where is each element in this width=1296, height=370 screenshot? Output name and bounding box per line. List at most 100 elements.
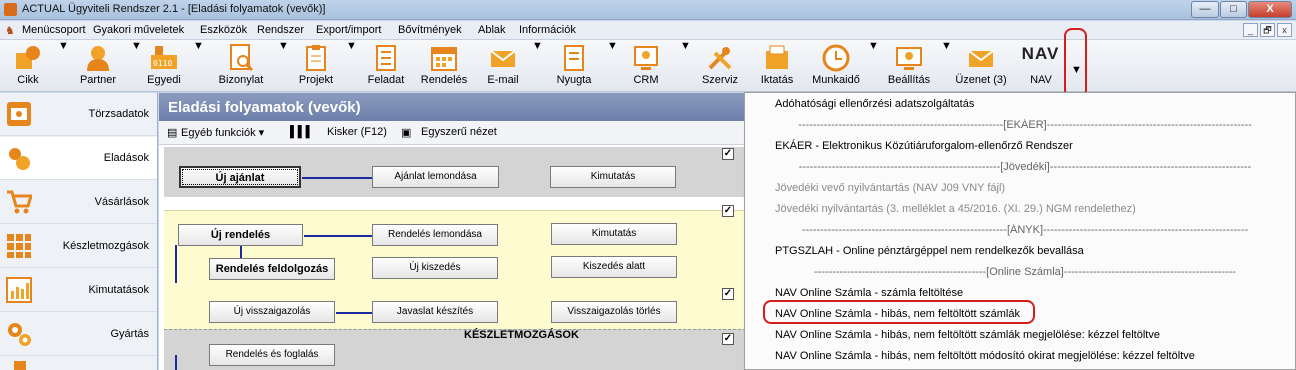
kisker-button[interactable]: Kisker (F12) <box>327 126 387 138</box>
crm-icon <box>634 46 658 70</box>
toolbar-rendeles[interactable]: Rendelés <box>416 40 472 92</box>
new-confirmation-button[interactable]: Új visszaigazolás <box>209 301 335 323</box>
toolbar-feladat[interactable]: Feladat <box>360 40 412 92</box>
person-icon <box>87 46 109 71</box>
connector <box>336 312 372 314</box>
toolbar-nyugta[interactable]: Nyugta <box>546 40 602 92</box>
toolbar-nav[interactable]: NAV NAV <box>1016 40 1066 92</box>
new-order-button[interactable]: Új rendelés <box>178 224 303 246</box>
main-toolbar: Cikk ▼ Partner ▼ 0110 Egyedi ▼ Bizonylat… <box>0 40 1296 92</box>
window-title: ACTUAL Ügyviteli Rendszer 2.1 - [Eladási… <box>22 3 326 15</box>
svg-text:0110: 0110 <box>153 59 172 68</box>
task-list-icon <box>376 45 396 71</box>
toolbar-uzenet[interactable]: Üzenet (3) <box>952 40 1010 92</box>
toolbar-cikk[interactable]: Cikk <box>4 40 52 92</box>
toolbar-projekt[interactable]: Projekt <box>288 40 344 92</box>
sidebar-item-torzsadatok[interactable]: Törzsadatok <box>0 93 157 136</box>
sidebar-item-kimutatasok[interactable]: Kimutatások <box>0 269 157 312</box>
connector <box>175 355 177 370</box>
egyeb-funkciok-button[interactable]: Egyéb funkciók ▾ <box>181 126 264 139</box>
stock-movement-section: KÉSZLETMOZGÁSOK Rendelés és foglalás <box>164 329 746 370</box>
clipboard-icon <box>306 45 326 71</box>
offer-section-checkbox[interactable]: ✓ <box>722 148 734 160</box>
calendar-icon <box>431 47 457 71</box>
cancel-order-button[interactable]: Rendelés lemondása <box>372 224 498 246</box>
sidebar-item-eladasok[interactable]: Eladások <box>0 137 157 180</box>
menu-item-ado-adatszolgaltatas[interactable]: Adóhatósági ellenőrzési adatszolgáltatás <box>775 98 1287 110</box>
toolbar-bizonylat[interactable]: Bizonylat <box>208 40 274 92</box>
maximize-button[interactable]: □ <box>1220 1 1247 18</box>
confirmation-section-checkbox[interactable]: ✓ <box>722 288 734 300</box>
order-reserve-button[interactable]: Rendelés és foglalás <box>209 344 335 366</box>
toolbar-egyedi[interactable]: 0110 Egyedi <box>142 40 186 92</box>
mdi-restore-button[interactable]: 🗗 <box>1260 23 1275 37</box>
settings-monitor-icon <box>896 47 922 70</box>
nyugta-dropdown-arrow[interactable]: ▼ <box>607 40 618 92</box>
clock-icon <box>822 44 850 72</box>
menu-menucsoport[interactable]: Menücsoport <box>22 24 86 36</box>
barcode-icon: ▌▌▌ <box>290 126 314 138</box>
delete-confirmation-button[interactable]: Visszaigazolás törlés <box>551 301 677 323</box>
menu-gyakori[interactable]: Gyakori műveletek <box>93 24 184 36</box>
offer-section: Új ajánlat Ajánlat lemondása Kimutatás <box>164 147 746 197</box>
order-report-button[interactable]: Kimutatás <box>551 223 677 245</box>
beallitas-dropdown-arrow[interactable]: ▼ <box>941 40 952 92</box>
sidebar-item-keszletmozgasok[interactable]: Készletmozgások <box>0 225 157 268</box>
minimize-button[interactable]: — <box>1191 1 1219 18</box>
cikk-dropdown-arrow[interactable]: ▼ <box>58 40 69 92</box>
picking-in-progress-button[interactable]: Kiszedés alatt <box>551 256 677 278</box>
panel-toolbar: ▤ Egyéb funkciók ▾ ▌▌▌ Kisker (F12) ▣ Eg… <box>159 121 746 145</box>
simple-view-button[interactable]: Egyszerű nézet <box>421 126 497 138</box>
new-picking-button[interactable]: Új kiszedés <box>372 257 498 279</box>
app-icon <box>4 3 17 16</box>
order-section-checkbox[interactable]: ✓ <box>722 205 734 217</box>
menu-item-hibas-modosito-okirat[interactable]: NAV Online Számla - hibás, nem feltöltöt… <box>775 350 1287 362</box>
egyedi-dropdown-arrow[interactable]: ▼ <box>193 40 204 92</box>
toolbar-partner[interactable]: Partner <box>70 40 126 92</box>
close-button[interactable]: X <box>1248 1 1292 18</box>
sidebar-item-vasarlasok[interactable]: Vásárlások <box>0 181 157 224</box>
cancel-offer-button[interactable]: Ajánlat lemondása <box>372 166 499 188</box>
crm-dropdown-arrow[interactable]: ▼ <box>680 40 691 92</box>
menu-item-jovedeki-nyilvantartas: Jövedéki nyilvántartás (3. melléklet a 4… <box>775 203 1136 215</box>
menu-icon: ♞ <box>5 25 15 37</box>
mdi-minimize-button[interactable]: _ <box>1243 23 1258 37</box>
menu-item-szamla-feltoltese[interactable]: NAV Online Számla - számla feltöltése <box>775 287 1287 299</box>
partner-dropdown-arrow[interactable]: ▼ <box>131 40 142 92</box>
munkaido-dropdown-arrow[interactable]: ▼ <box>868 40 879 92</box>
order-processing-button[interactable]: Rendelés feldolgozás <box>209 258 335 280</box>
email-dropdown-arrow[interactable]: ▼ <box>532 40 543 92</box>
toolbar-email[interactable]: E-mail <box>478 40 528 92</box>
menu-informaciok[interactable]: Információk <box>519 24 576 36</box>
window-icon: ▣ <box>401 127 412 139</box>
title-bar: ACTUAL Ügyviteli Rendszer 2.1 - [Eladási… <box>0 0 1296 20</box>
menu-rendszer[interactable]: Rendszer <box>257 24 304 36</box>
toolbar-munkaido[interactable]: Munkaidő <box>806 40 866 92</box>
separator-anyk: ----------------------------------------… <box>801 224 1249 236</box>
new-offer-button[interactable]: Új ajánlat <box>179 166 301 188</box>
confirmation-section: Új visszaigazolás Javaslat készítés Viss… <box>164 283 746 331</box>
menu-item-ptgszlah[interactable]: PTGSZLAH - Online pénztárgéppel nem rend… <box>775 245 1287 257</box>
menu-export-import[interactable]: Export/import <box>316 24 381 36</box>
toolbar-szerviz[interactable]: Szerviz <box>698 40 742 92</box>
menu-eszkozok[interactable]: Eszközök <box>200 24 247 36</box>
toolbar-beallitas[interactable]: Beállítás <box>880 40 938 92</box>
mdi-close-button[interactable]: x <box>1277 23 1292 37</box>
menu-bovitmenyek[interactable]: Bővítmények <box>398 24 462 36</box>
tools-icon <box>708 47 732 70</box>
projekt-dropdown-arrow[interactable]: ▼ <box>346 40 357 92</box>
offer-report-button[interactable]: Kimutatás <box>550 166 676 188</box>
menu-ablak[interactable]: Ablak <box>478 24 506 36</box>
sidebar-item-gyartas[interactable]: Gyártás <box>0 313 157 356</box>
stock-section-checkbox[interactable]: ✓ <box>722 333 734 345</box>
box-icon <box>16 46 40 69</box>
menu-item-ekaer[interactable]: EKÁER - Elektronikus Közútiáruforgalom-e… <box>775 140 1287 152</box>
toolbar-iktatas[interactable]: Iktatás <box>756 40 798 92</box>
connector <box>304 235 372 237</box>
toolbar-crm[interactable]: CRM <box>624 40 668 92</box>
separator-ekaer: ----------------------------------------… <box>798 119 1252 131</box>
sales-process-panel: Eladási folyamatok (vevők) ▤ Egyéb funkc… <box>159 93 746 370</box>
proposal-button[interactable]: Javaslat készítés <box>372 301 498 323</box>
stock-movement-header: KÉSZLETMOZGÁSOK <box>464 329 579 341</box>
menu-item-hibas-megjelolese[interactable]: NAV Online Számla - hibás, nem feltöltöt… <box>775 329 1287 341</box>
